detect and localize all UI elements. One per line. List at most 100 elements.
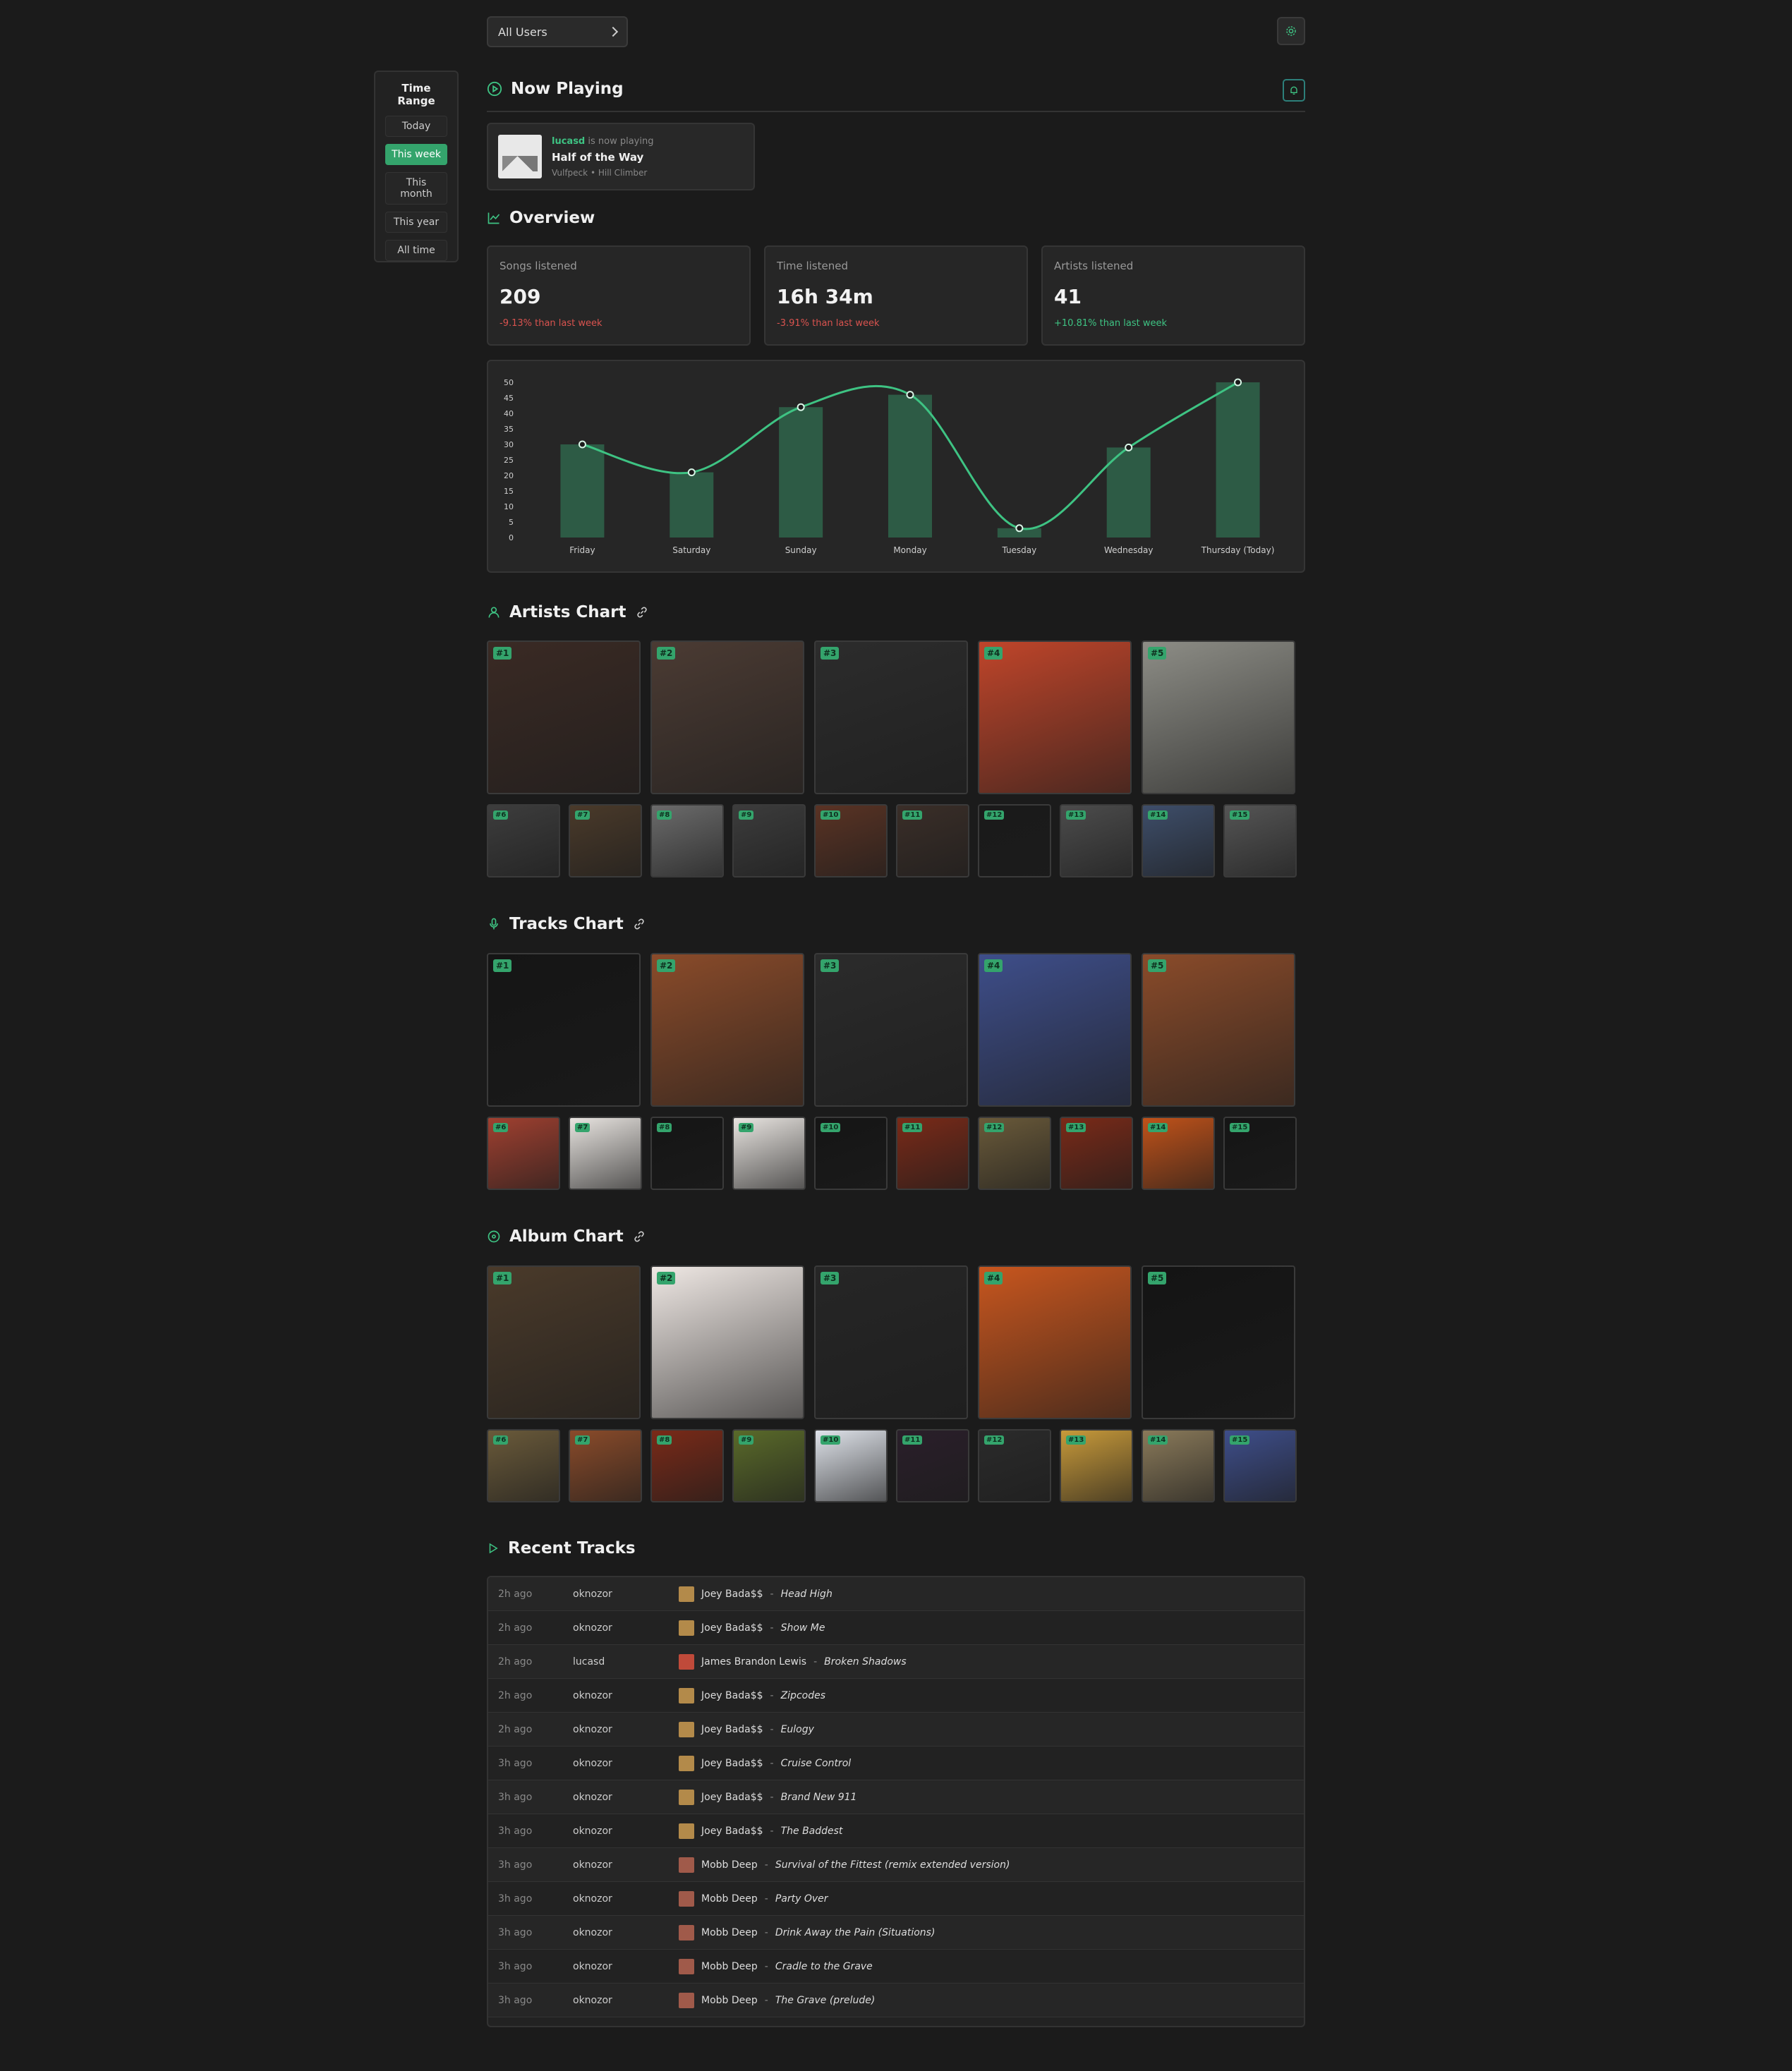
album-tile[interactable]: #14 bbox=[1142, 1429, 1215, 1502]
now-playing-card[interactable]: lucasd is now playing Half of the Way Vu… bbox=[487, 123, 755, 190]
listener-user[interactable]: lucasd bbox=[573, 1656, 679, 1668]
track-name[interactable]: Show Me bbox=[781, 1622, 825, 1634]
album-tile[interactable]: #4 bbox=[978, 1265, 1132, 1419]
table-row[interactable]: 3h ago oknozor Joey Bada$$ - Brand New 911 bbox=[488, 1780, 1304, 1814]
artist-tile[interactable]: #2 bbox=[650, 640, 804, 794]
table-row[interactable]: 3h ago oknozor Mobb Deep - Cradle to the Gra… bbox=[488, 1950, 1304, 1984]
track-name[interactable]: Party Over bbox=[775, 1893, 828, 1905]
artist-tile[interactable]: #7 bbox=[569, 804, 642, 877]
artist-tile[interactable]: #14 bbox=[1142, 804, 1215, 877]
track-name[interactable]: Cradle to the Grave bbox=[775, 1961, 873, 1972]
artist-tile[interactable]: #1 bbox=[487, 640, 641, 794]
artist-name[interactable]: Joey Bada$$ bbox=[701, 1792, 763, 1803]
listener-user[interactable]: oknozor bbox=[573, 1690, 679, 1701]
notifications-button[interactable] bbox=[1283, 79, 1305, 102]
track-tile[interactable]: #8 bbox=[650, 1117, 724, 1190]
listener-user[interactable]: oknozor bbox=[573, 1893, 679, 1905]
artist-tile[interactable]: #6 bbox=[487, 804, 560, 877]
artist-tile[interactable]: #4 bbox=[978, 640, 1132, 794]
table-row[interactable]: 3h ago oknozor Mobb Deep - Survival of the F… bbox=[488, 1848, 1304, 1882]
range-this-week[interactable]: This week bbox=[385, 144, 447, 165]
link-icon[interactable] bbox=[635, 605, 649, 619]
artist-name[interactable]: Joey Bada$$ bbox=[701, 1826, 763, 1837]
track-tile[interactable]: #3 bbox=[814, 953, 968, 1107]
artist-name[interactable]: Joey Bada$$ bbox=[701, 1758, 763, 1769]
artist-tile[interactable]: #15 bbox=[1223, 804, 1297, 877]
artist-name[interactable]: Mobb Deep bbox=[701, 1893, 758, 1905]
table-row[interactable]: 2h ago lucasd James Brandon Lewis - Broken S… bbox=[488, 1645, 1304, 1679]
table-row[interactable]: 2h ago oknozor Joey Bada$$ - Zipcodes bbox=[488, 1679, 1304, 1713]
artist-tile[interactable]: #9 bbox=[732, 804, 806, 877]
artist-tile[interactable]: #3 bbox=[814, 640, 968, 794]
link-icon[interactable] bbox=[632, 1229, 646, 1244]
artist-tile[interactable]: #10 bbox=[814, 804, 888, 877]
album-tile[interactable]: #9 bbox=[732, 1429, 806, 1502]
artist-name[interactable]: Joey Bada$$ bbox=[701, 1622, 763, 1634]
artist-name[interactable]: Mobb Deep bbox=[701, 1859, 758, 1871]
range-today[interactable]: Today bbox=[385, 116, 447, 137]
user-select[interactable]: All Users bbox=[487, 16, 628, 47]
album-tile[interactable]: #6 bbox=[487, 1429, 560, 1502]
track-name[interactable]: Head High bbox=[781, 1589, 833, 1600]
artist-name[interactable]: Mobb Deep bbox=[701, 1927, 758, 1938]
artist-name[interactable]: James Brandon Lewis bbox=[701, 1656, 806, 1668]
track-tile[interactable]: #1 bbox=[487, 953, 641, 1107]
album-tile[interactable]: #3 bbox=[814, 1265, 968, 1419]
artist-tile[interactable]: #8 bbox=[650, 804, 724, 877]
artist-tile[interactable]: #13 bbox=[1060, 804, 1133, 877]
listener-user[interactable]: oknozor bbox=[573, 1589, 679, 1600]
listener-user[interactable]: oknozor bbox=[573, 1859, 679, 1871]
album-tile[interactable]: #11 bbox=[896, 1429, 969, 1502]
track-tile[interactable]: #14 bbox=[1142, 1117, 1215, 1190]
album-tile[interactable]: #2 bbox=[650, 1265, 804, 1419]
track-tile[interactable]: #12 bbox=[978, 1117, 1051, 1190]
listener-user[interactable]: oknozor bbox=[573, 1622, 679, 1634]
table-row[interactable]: 3h ago oknozor Joey Bada$$ - The Baddest bbox=[488, 1814, 1304, 1848]
track-tile[interactable]: #15 bbox=[1223, 1117, 1297, 1190]
album-tile[interactable]: #13 bbox=[1060, 1429, 1133, 1502]
table-row[interactable]: 3h ago oknozor Mobb Deep - Drink Away the Pa… bbox=[488, 1916, 1304, 1950]
listener-user[interactable]: oknozor bbox=[573, 1826, 679, 1837]
np-user[interactable]: lucasd bbox=[552, 136, 585, 147]
range-all-time[interactable]: All time bbox=[385, 240, 447, 261]
listener-user[interactable]: oknozor bbox=[573, 1995, 679, 2006]
artist-name[interactable]: Joey Bada$$ bbox=[701, 1589, 763, 1600]
album-tile[interactable]: #15 bbox=[1223, 1429, 1297, 1502]
track-tile[interactable]: #5 bbox=[1142, 953, 1295, 1107]
track-name[interactable]: Zipcodes bbox=[781, 1690, 825, 1701]
artist-tile[interactable]: #12 bbox=[978, 804, 1051, 877]
listener-user[interactable]: oknozor bbox=[573, 1927, 679, 1938]
artist-name[interactable]: Joey Bada$$ bbox=[701, 1724, 763, 1735]
track-name[interactable]: Brand New 911 bbox=[781, 1792, 857, 1803]
settings-button[interactable] bbox=[1277, 17, 1305, 45]
table-row[interactable]: 2h ago oknozor Joey Bada$$ - Eulogy bbox=[488, 1713, 1304, 1747]
track-tile[interactable]: #11 bbox=[896, 1117, 969, 1190]
range-this-month[interactable]: This month bbox=[385, 172, 447, 205]
table-row[interactable]: 3h ago oknozor Mobb Deep - The Grave (prelud… bbox=[488, 1984, 1304, 2017]
track-name[interactable]: Cruise Control bbox=[781, 1758, 852, 1769]
track-name[interactable]: The Grave (prelude) bbox=[775, 1995, 875, 2006]
track-name[interactable]: Broken Shadows bbox=[824, 1656, 907, 1668]
link-icon[interactable] bbox=[632, 917, 646, 931]
listener-user[interactable]: oknozor bbox=[573, 1792, 679, 1803]
table-row[interactable]: 2h ago oknozor Joey Bada$$ - Show Me bbox=[488, 1611, 1304, 1645]
artist-tile[interactable]: #11 bbox=[896, 804, 969, 877]
track-name[interactable]: Drink Away the Pain (Situations) bbox=[775, 1927, 936, 1938]
album-tile[interactable]: #10 bbox=[814, 1429, 888, 1502]
listener-user[interactable]: oknozor bbox=[573, 1758, 679, 1769]
track-name[interactable]: Survival of the Fittest (remix extended … bbox=[775, 1859, 1010, 1871]
listener-user[interactable]: oknozor bbox=[573, 1724, 679, 1735]
track-tile[interactable]: #7 bbox=[569, 1117, 642, 1190]
artist-tile[interactable]: #5 bbox=[1142, 640, 1295, 794]
table-row[interactable]: 2h ago oknozor Joey Bada$$ - Head High bbox=[488, 1577, 1304, 1611]
table-row[interactable]: 3h ago oknozor Joey Bada$$ - Cruise Control bbox=[488, 1747, 1304, 1780]
album-tile[interactable]: #7 bbox=[569, 1429, 642, 1502]
album-tile[interactable]: #8 bbox=[650, 1429, 724, 1502]
album-tile[interactable]: #1 bbox=[487, 1265, 641, 1419]
artist-name[interactable]: Joey Bada$$ bbox=[701, 1690, 763, 1701]
track-tile[interactable]: #9 bbox=[732, 1117, 806, 1190]
listener-user[interactable]: oknozor bbox=[573, 1961, 679, 1972]
track-tile[interactable]: #10 bbox=[814, 1117, 888, 1190]
track-tile[interactable]: #6 bbox=[487, 1117, 560, 1190]
artist-name[interactable]: Mobb Deep bbox=[701, 1995, 758, 2006]
